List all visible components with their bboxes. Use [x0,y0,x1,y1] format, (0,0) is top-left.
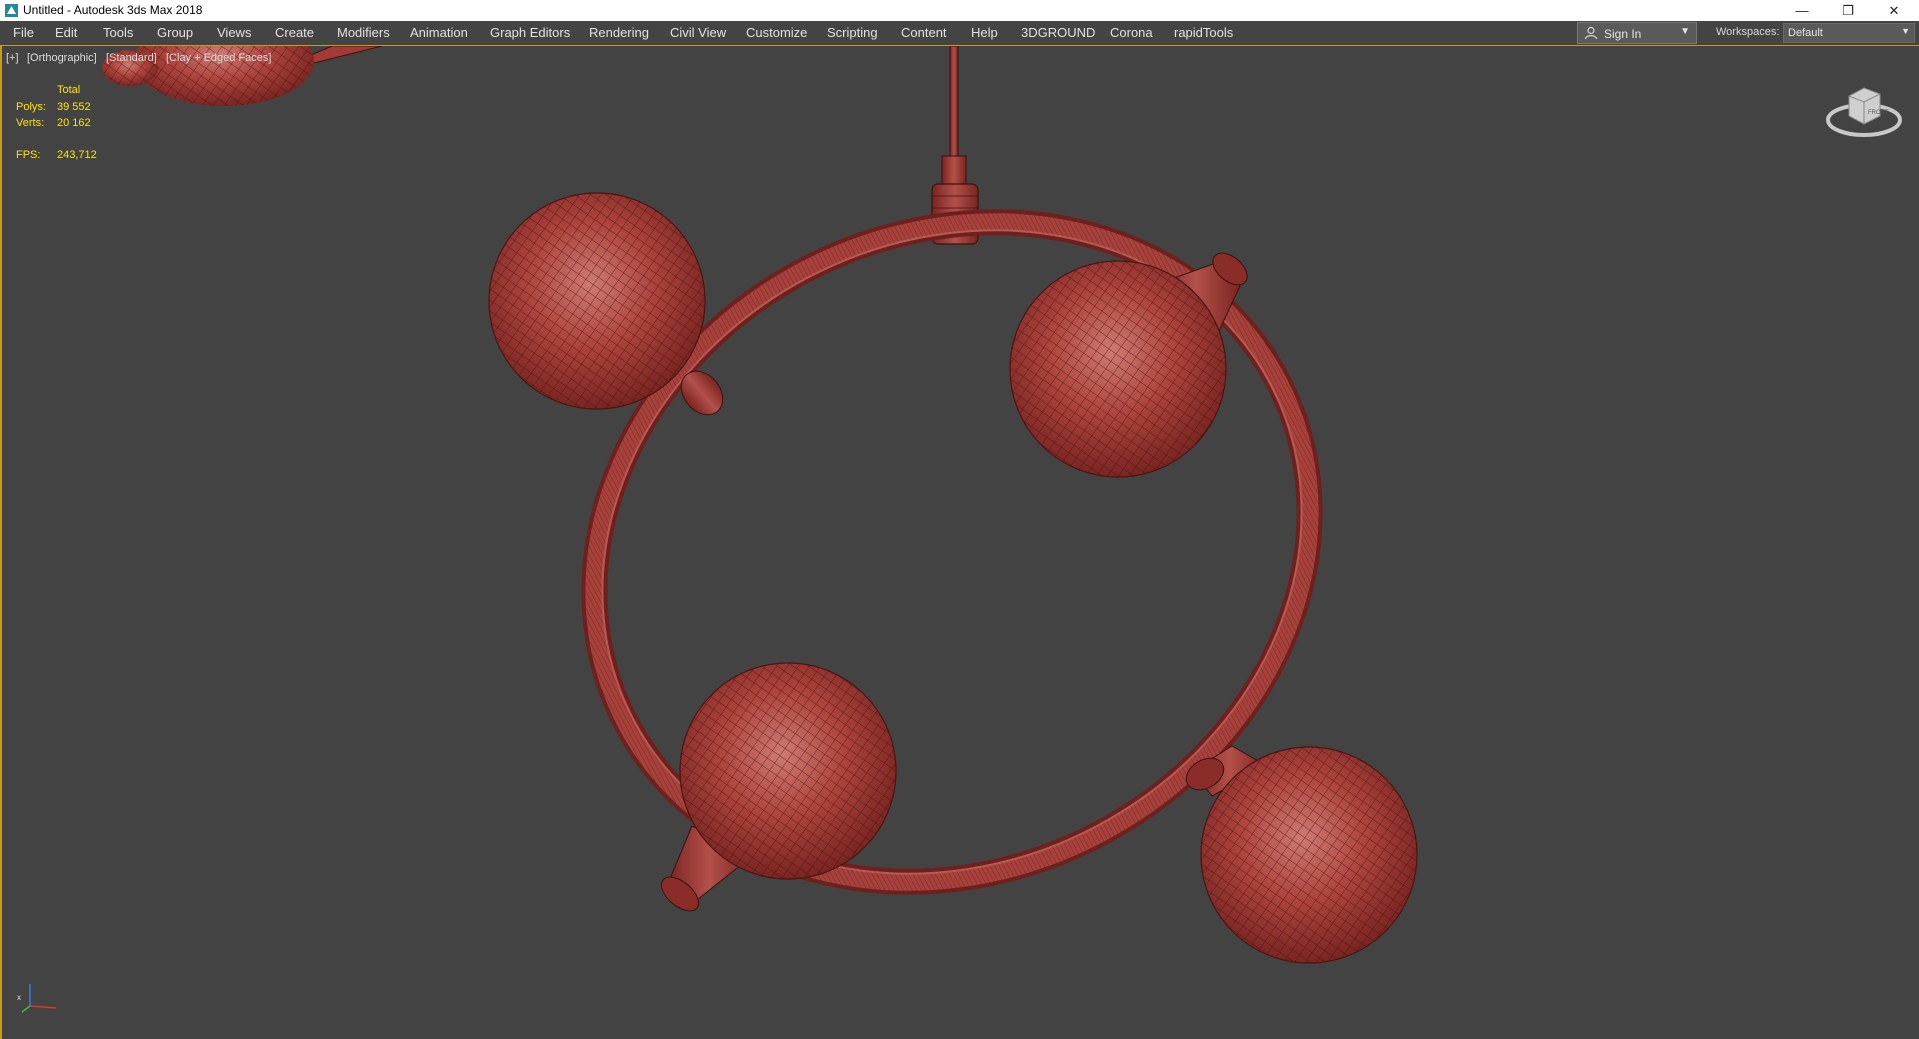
menu-help[interactable]: Help [971,21,998,45]
menu-civil-view[interactable]: Civil View [670,21,726,45]
sphere-bottom-right[interactable] [1181,745,1418,964]
menu-graph-editors[interactable]: Graph Editors [490,21,570,45]
window-title: Untitled - Autodesk 3ds Max 2018 [23,3,203,17]
workspaces-label: Workspaces: [1716,26,1780,38]
stats-fps-value: 243,712 [57,149,97,161]
stats-header: Total [57,84,81,96]
stats-polys-label: Polys: [16,101,46,113]
axis-gizmo-icon: x [17,984,57,1013]
viewport-menu-plus[interactable]: [+] [6,52,19,64]
viewport-scene[interactable] [2,46,1919,1039]
chevron-down-icon: ▼ [1901,26,1910,36]
user-icon [1584,26,1598,40]
menu-modifiers[interactable]: Modifiers [337,21,390,45]
minimize-icon[interactable]: — [1779,0,1825,21]
workspaces-select[interactable]: Default ▼ [1783,23,1915,43]
menu-edit[interactable]: Edit [55,21,77,45]
menu-rapidtools[interactable]: rapidTools [1174,21,1233,45]
menu-file[interactable]: File [13,21,34,45]
sphere-top-right[interactable] [1009,247,1253,478]
chevron-down-icon: ▼ [1680,26,1690,37]
sign-in-dropdown[interactable]: Sign In ▼ [1577,22,1697,44]
viewcube-icon[interactable]: FRONT [1824,78,1904,142]
sign-in-label: Sign In [1604,27,1642,41]
viewport-view-label[interactable]: [Orthographic] [27,52,97,64]
title-bar: Untitled - Autodesk 3ds Max 2018 — ❐ ✕ [0,0,1919,21]
menu-3dground[interactable]: 3DGROUND [1021,21,1095,45]
menu-create[interactable]: Create [275,21,314,45]
close-icon[interactable]: ✕ [1871,0,1917,21]
viewport-shading-std[interactable]: [Standard] [106,52,157,64]
workspaces-value: Default [1788,27,1823,39]
stats-verts-label: Verts: [16,117,45,129]
restore-icon[interactable]: ❐ [1825,0,1871,21]
viewcube-face-label: FRONT [1868,110,1889,116]
menu-customize[interactable]: Customize [746,21,807,45]
menu-group[interactable]: Group [157,21,193,45]
viewport-shading-mode[interactable]: [Clay + Edged Faces] [166,52,271,64]
sphere-top-left[interactable] [488,192,731,423]
stats-verts-value: 20 162 [57,117,91,129]
menu-tools[interactable]: Tools [103,21,133,45]
stats-fps-label: FPS: [16,149,41,161]
stats-polys-value: 39 552 [57,101,91,113]
menu-corona[interactable]: Corona [1110,21,1153,45]
menu-content[interactable]: Content [901,21,947,45]
app-icon[interactable] [4,3,19,18]
axis-x-label: x [17,993,21,1002]
menu-rendering[interactable]: Rendering [589,21,649,45]
viewport-orthographic[interactable]: [+] [Orthographic] [Standard] [Clay + Ed… [0,46,1919,1039]
menu-animation[interactable]: Animation [410,21,468,45]
menu-scripting[interactable]: Scripting [827,21,878,45]
menu-views[interactable]: Views [217,21,251,45]
